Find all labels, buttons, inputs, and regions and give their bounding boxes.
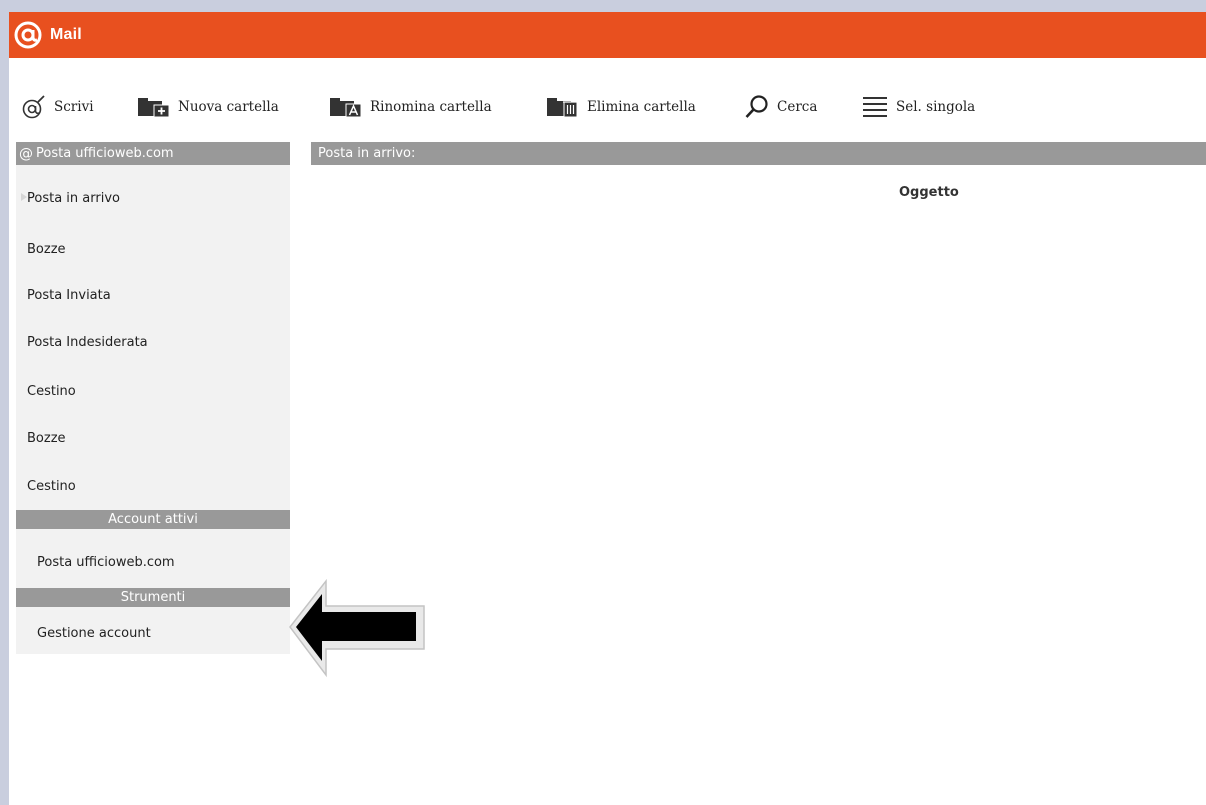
folder-label: Bozze — [27, 242, 66, 257]
manage-account-label: Gestione account — [37, 626, 151, 641]
new-folder-button[interactable]: Nuova cartella — [137, 90, 279, 124]
delete-folder-button[interactable]: Elimina cartella — [546, 90, 696, 124]
mail-app-window: Mail Scrivi Nuova cartella Rinomina cart… — [9, 12, 1206, 805]
account-header-label: Posta ufficioweb.com — [36, 146, 174, 161]
at-sign-icon: @ — [19, 145, 33, 162]
subject-column-header[interactable]: Oggetto — [899, 185, 959, 200]
inbox-header-label: Posta in arrivo: — [318, 146, 416, 161]
folder-label: Posta Inviata — [27, 288, 111, 303]
inbox-header: Posta in arrivo: — [311, 142, 1206, 165]
single-select-button[interactable]: Sel. singola — [861, 90, 975, 124]
list-select-icon — [861, 95, 889, 119]
tools-header: Strumenti — [16, 588, 290, 607]
folder-label: Posta in arrivo — [27, 191, 120, 206]
at-sign-icon — [11, 18, 45, 52]
folder-label: Posta Indesiderata — [27, 335, 148, 350]
folder-item-drafts-2[interactable]: Bozze — [27, 431, 66, 446]
active-accounts-header: Account attivi — [16, 510, 290, 529]
app-title: Mail — [50, 26, 82, 43]
manage-account-link[interactable]: Gestione account — [37, 626, 151, 641]
folder-label: Cestino — [27, 384, 76, 399]
toolbar: Scrivi Nuova cartella Rinomina cartella … — [9, 90, 1206, 124]
single-select-label: Sel. singola — [896, 99, 976, 115]
new-folder-label: Nuova cartella — [178, 99, 279, 115]
folder-item-trash-2[interactable]: Cestino — [27, 479, 76, 494]
compose-at-icon — [21, 94, 47, 120]
new-folder-icon — [137, 96, 171, 118]
folder-item-trash[interactable]: Cestino — [27, 384, 76, 399]
subject-column-label: Oggetto — [899, 185, 959, 200]
rename-folder-icon — [329, 96, 363, 118]
search-label: Cerca — [777, 99, 818, 115]
account-label: Posta ufficioweb.com — [37, 555, 175, 570]
folder-label: Cestino — [27, 479, 76, 494]
arrow-left-icon — [286, 575, 432, 683]
tools-label: Strumenti — [120, 590, 186, 605]
compose-label: Scrivi — [54, 99, 94, 115]
delete-folder-icon — [546, 96, 580, 118]
folder-item-spam[interactable]: Posta Indesiderata — [27, 335, 148, 350]
title-bar: Mail — [9, 12, 1206, 58]
search-icon — [744, 94, 770, 120]
rename-folder-button[interactable]: Rinomina cartella — [329, 90, 492, 124]
folder-item-drafts[interactable]: Bozze — [27, 242, 66, 257]
account-item-ufficioweb[interactable]: Posta ufficioweb.com — [37, 555, 175, 570]
folder-label: Bozze — [27, 431, 66, 446]
delete-folder-label: Elimina cartella — [587, 99, 696, 115]
compose-button[interactable]: Scrivi — [21, 90, 94, 124]
rename-folder-label: Rinomina cartella — [370, 99, 492, 115]
account-header[interactable]: @ Posta ufficioweb.com — [16, 142, 290, 165]
search-button[interactable]: Cerca — [744, 90, 817, 124]
folder-item-inbox[interactable]: Posta in arrivo — [27, 191, 120, 206]
active-accounts-label: Account attivi — [108, 512, 198, 527]
folder-item-sent[interactable]: Posta Inviata — [27, 288, 111, 303]
